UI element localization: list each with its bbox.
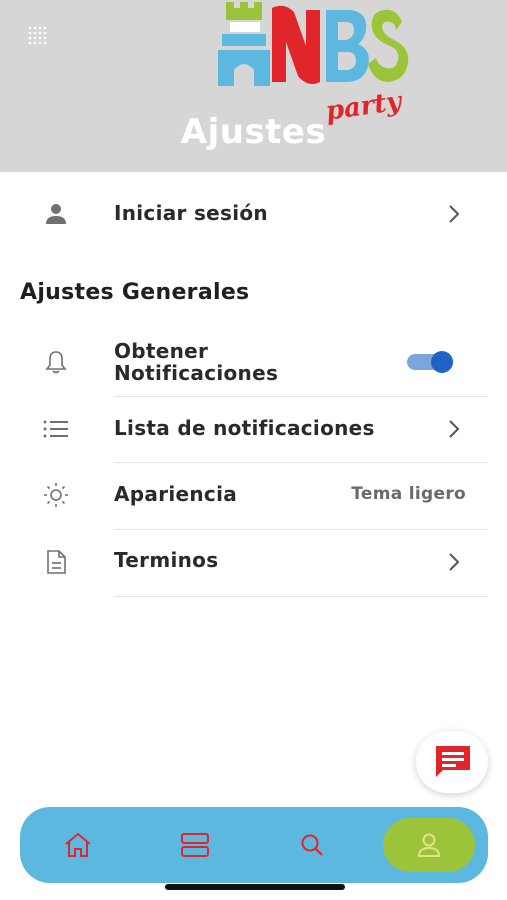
chevron-right-icon xyxy=(449,420,460,438)
notifications-label-line1: Obtener xyxy=(114,339,209,363)
page-title: Ajustes xyxy=(180,112,327,152)
divider xyxy=(114,396,488,397)
home-indicator xyxy=(165,884,345,890)
toggle-knob xyxy=(431,351,453,373)
login-label: Iniciar sesión xyxy=(114,201,268,225)
bell-icon xyxy=(45,351,67,374)
divider xyxy=(114,529,488,530)
divider xyxy=(114,462,488,463)
terms-label: Terminos xyxy=(114,548,219,572)
divider xyxy=(114,596,488,597)
notification-list-label: Lista de notificaciones xyxy=(114,416,375,440)
document-icon xyxy=(47,550,66,574)
sun-icon xyxy=(44,483,68,507)
home-icon xyxy=(65,832,91,857)
notifications-toggle[interactable] xyxy=(407,351,455,373)
chevron-right-icon xyxy=(449,553,460,571)
chat-icon xyxy=(436,746,470,777)
list-icon xyxy=(43,420,68,438)
terms-row[interactable]: Terminos xyxy=(0,543,507,581)
section-title: Ajustes Generales xyxy=(20,280,250,305)
notification-list-row[interactable]: Lista de notificaciones xyxy=(0,410,507,448)
chat-button[interactable] xyxy=(416,731,488,793)
appearance-row[interactable]: Apariencia Tema ligero xyxy=(0,476,507,514)
appearance-label: Apariencia xyxy=(114,482,238,506)
notifications-label-line2: Notificaciones xyxy=(114,361,279,385)
profile-icon xyxy=(417,833,441,857)
header: party Ajustes xyxy=(0,0,507,172)
person-icon xyxy=(46,204,66,224)
login-row[interactable]: Iniciar sesión xyxy=(0,196,507,232)
bottom-navigation xyxy=(20,807,488,883)
chevron-right-icon xyxy=(449,205,460,223)
nav-home[interactable] xyxy=(33,807,123,883)
search-icon xyxy=(301,834,323,856)
nav-search[interactable] xyxy=(267,807,357,883)
nav-profile[interactable] xyxy=(384,807,474,883)
list-view-icon xyxy=(181,833,209,857)
grid-dots-icon[interactable] xyxy=(27,25,47,45)
nav-list[interactable] xyxy=(150,807,240,883)
appearance-value: Tema ligero xyxy=(351,484,466,504)
